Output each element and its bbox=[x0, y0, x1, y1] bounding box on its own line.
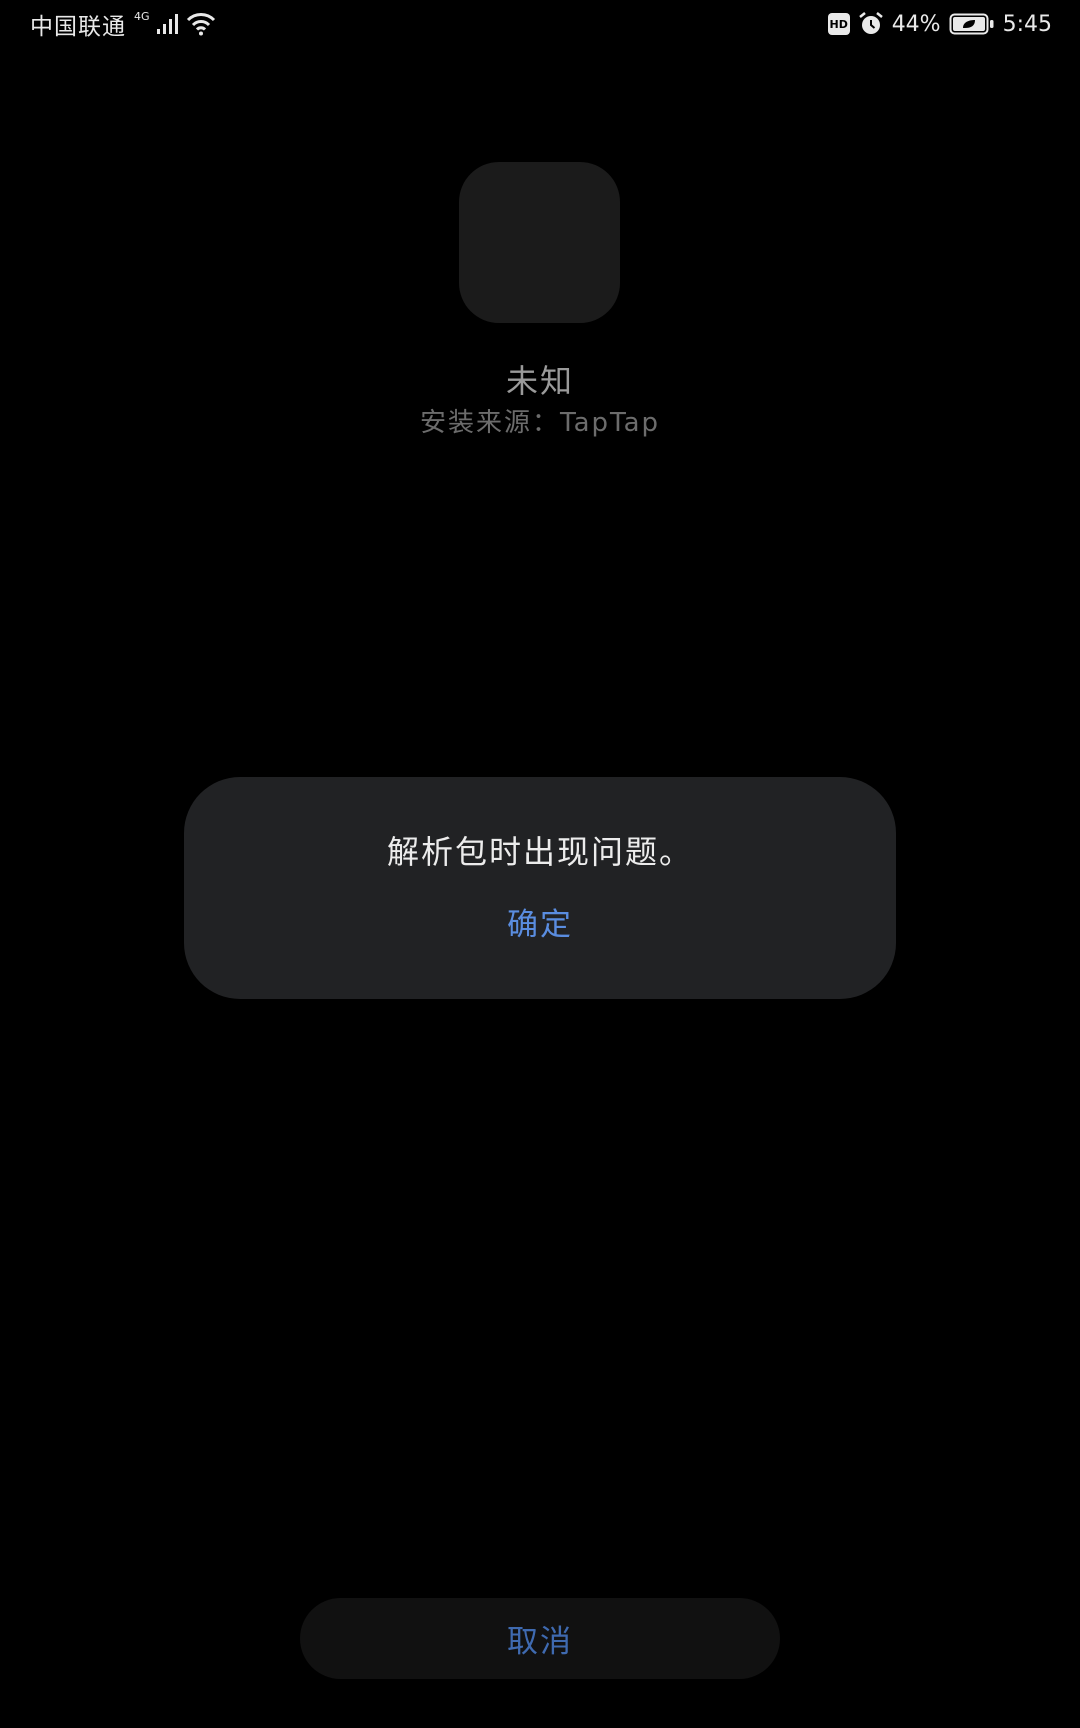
cancel-button[interactable]: 取消 bbox=[300, 1598, 780, 1679]
install-source: 安装来源：TapTap bbox=[419, 408, 661, 438]
app-placeholder-icon bbox=[459, 162, 620, 323]
carrier-name: 中国联通 bbox=[30, 14, 126, 40]
app-name: 未知 bbox=[505, 362, 574, 400]
status-right: HD 44% 5:45 bbox=[827, 6, 1052, 42]
signal-icon bbox=[156, 14, 178, 34]
confirm-button[interactable]: 确定 bbox=[440, 897, 640, 953]
hd-icon: HD bbox=[827, 13, 850, 35]
battery-icon bbox=[949, 13, 994, 35]
status-left: 中国联通 4G bbox=[30, 6, 216, 42]
wifi-icon bbox=[186, 13, 215, 36]
status-bar: 中国联通 4G HD 44% 5:45 bbox=[0, 0, 1080, 48]
error-dialog: 解析包时出现问题。 确定 bbox=[184, 777, 896, 999]
network-type: 4G bbox=[134, 9, 150, 23]
battery-percent: 44% bbox=[891, 11, 941, 37]
dialog-message: 解析包时出现问题。 bbox=[386, 833, 693, 871]
clock: 5:45 bbox=[1002, 11, 1052, 37]
alarm-icon bbox=[858, 12, 883, 34]
